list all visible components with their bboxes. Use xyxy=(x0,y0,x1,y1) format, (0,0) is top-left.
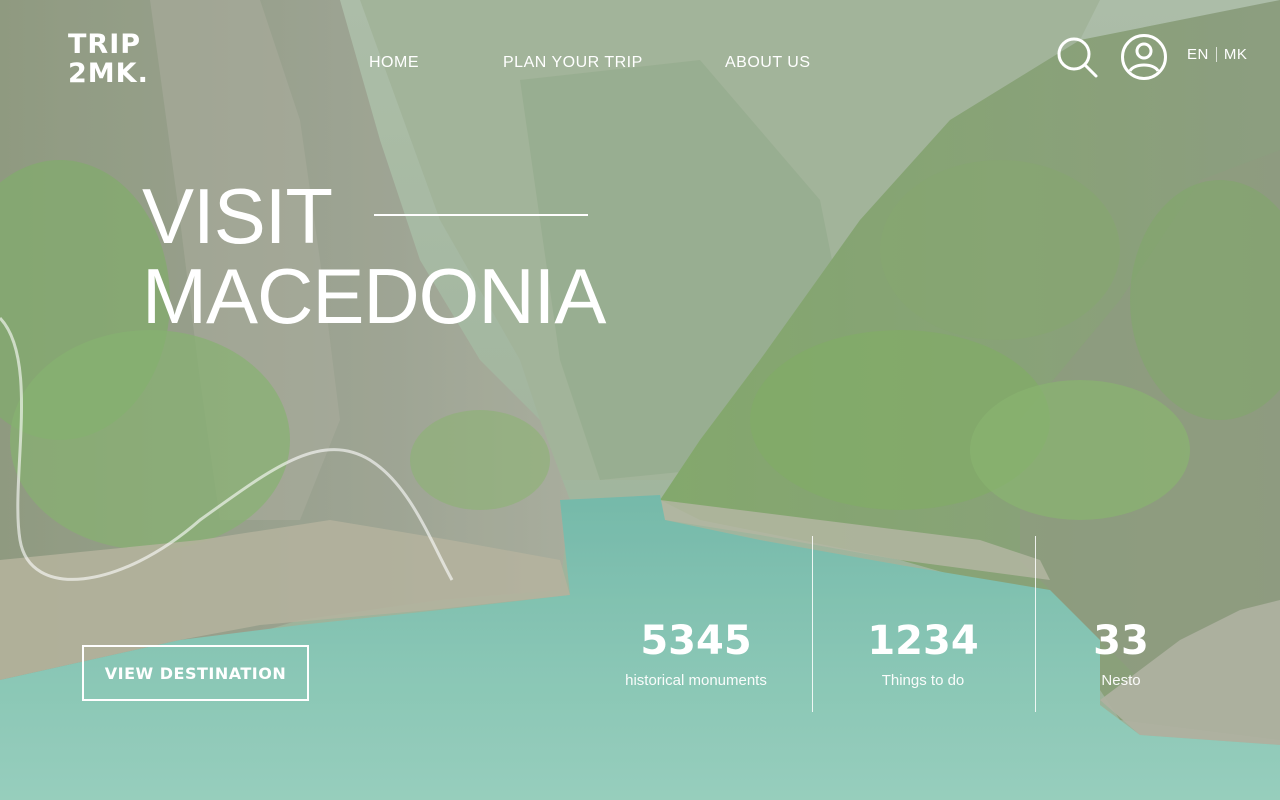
stat-things-to-do: 1234 Things to do xyxy=(833,618,1013,689)
stat-divider xyxy=(812,536,813,712)
stat-value: 33 xyxy=(1093,618,1149,664)
search-icon[interactable] xyxy=(1056,36,1100,80)
user-icon[interactable] xyxy=(1120,33,1168,81)
brand-logo-line1: TRIP xyxy=(68,29,142,60)
nav-plan-your-trip[interactable]: PLAN YOUR TRIP xyxy=(503,54,643,72)
language-separator xyxy=(1215,46,1217,62)
brand-logo-line2: 2MK. xyxy=(68,58,149,89)
view-destination-button[interactable]: VIEW DESTINATION xyxy=(82,645,309,701)
hero-title-line2: MACEDONIA xyxy=(142,252,606,340)
hero-accent-line xyxy=(374,214,588,216)
stat-label: Nesto xyxy=(1101,672,1141,689)
language-mk[interactable]: MK xyxy=(1224,46,1248,63)
nav-about-us[interactable]: ABOUT US xyxy=(725,54,811,72)
stat-label: historical monuments xyxy=(625,672,767,689)
stat-divider xyxy=(1035,536,1036,712)
language-en[interactable]: EN xyxy=(1187,46,1209,63)
hero-title-line1: VISIT xyxy=(142,172,333,260)
stat-label: Things to do xyxy=(881,672,965,689)
nav-home[interactable]: HOME xyxy=(369,54,419,72)
stat-value: 1234 xyxy=(867,618,979,664)
brand-logo[interactable]: TRIP 2MK. xyxy=(68,30,149,88)
hero-title: VISIT MACEDONIA xyxy=(142,172,606,340)
stat-historical-monuments: 5345 historical monuments xyxy=(606,618,786,689)
stat-nesto: 33 Nesto xyxy=(1061,618,1181,689)
language-switcher: EN MK xyxy=(1187,46,1247,64)
stat-value: 5345 xyxy=(640,618,752,664)
